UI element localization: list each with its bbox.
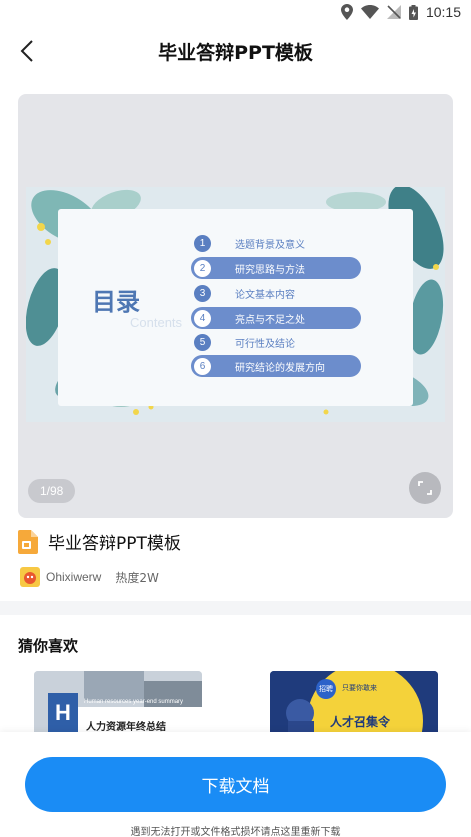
slide-thumbnail: 目录 Contents 1 选题背景及意义 2 研究思路与方法 3 论文基本内容… — [26, 187, 445, 422]
avatar[interactable] — [20, 567, 40, 587]
toc-text: 论文基本内容 — [235, 289, 295, 301]
rec-badge: H — [48, 693, 78, 733]
toc-item: 4 亮点与不足之处 — [191, 307, 361, 329]
rec-title: 人力资源年终总结 — [86, 722, 166, 733]
recommendation-card[interactable]: H Human resources year-end summary 人力资源年… — [34, 671, 202, 739]
toc-text: 可行性及结论 — [235, 338, 295, 350]
doc-title: 毕业答辩PPT模板 — [48, 534, 181, 554]
section-title: 猜你喜欢 — [18, 637, 79, 655]
ppt-file-icon — [18, 529, 38, 554]
recommendation-card[interactable]: 招聘 只要你敢来 人才召集令 — [270, 671, 438, 739]
toc-number: 6 — [194, 357, 211, 375]
toc-number: 4 — [194, 309, 211, 327]
header: 毕业答辩PPT模板 — [0, 26, 471, 76]
slide-heading: 目录 — [92, 288, 140, 316]
toc-text: 选题背景及意义 — [235, 239, 305, 251]
doc-title-row: 毕业答辩PPT模板 — [18, 529, 181, 554]
document-preview[interactable]: 目录 Contents 1 选题背景及意义 2 研究思路与方法 3 论文基本内容… — [18, 94, 453, 518]
rec-caption: Human resources year-end summary — [84, 699, 184, 705]
author-row: Ohixiwerw 热度2W — [20, 567, 159, 587]
toc-item: 2 研究思路与方法 — [191, 257, 361, 279]
recruit-badge: 招聘 — [316, 679, 336, 699]
status-icons: 10:15 — [340, 4, 461, 20]
status-bar: 10:15 — [0, 0, 471, 26]
redownload-help-link[interactable]: 遇到无法打开或文件格式损坏请点这里重新下载 — [0, 823, 471, 837]
expand-icon — [418, 481, 432, 495]
heat-count: 热度2W — [115, 570, 159, 585]
page-counter: 1/98 — [28, 479, 76, 503]
author-name[interactable]: Ohixiwerw — [46, 570, 101, 584]
location-icon — [340, 4, 353, 20]
toc-text: 研究结论的发展方向 — [235, 362, 325, 374]
toc-number: 2 — [194, 259, 211, 277]
avatar-icon — [24, 572, 36, 584]
toc-number: 1 — [194, 234, 211, 252]
wifi-icon — [360, 5, 379, 19]
toc-item: 3 论文基本内容 — [191, 282, 361, 304]
rec-caption: 只要你敢来 — [342, 684, 377, 692]
battery-icon — [408, 4, 418, 20]
signal-off-icon — [386, 5, 401, 19]
bottom-bar: 下载文档 遇到无法打开或文件格式损坏请点这里重新下载 — [0, 732, 471, 837]
toc-item: 5 可行性及结论 — [191, 331, 361, 353]
toc-number: 5 — [194, 333, 211, 351]
page-title: 毕业答辩PPT模板 — [158, 42, 313, 64]
toc-text: 研究思路与方法 — [235, 264, 305, 276]
toc-item: 1 选题背景及意义 — [191, 232, 361, 254]
download-button[interactable]: 下载文档 — [25, 757, 446, 812]
slide-subheading: Contents — [130, 315, 183, 330]
rec-title: 人才召集令 — [330, 715, 391, 729]
toc-item: 6 研究结论的发展方向 — [191, 355, 361, 377]
toc-number: 3 — [194, 284, 211, 302]
status-time: 10:15 — [425, 4, 461, 20]
toc-text: 亮点与不足之处 — [235, 314, 305, 326]
section-divider — [0, 601, 471, 615]
fullscreen-button[interactable] — [409, 472, 441, 504]
